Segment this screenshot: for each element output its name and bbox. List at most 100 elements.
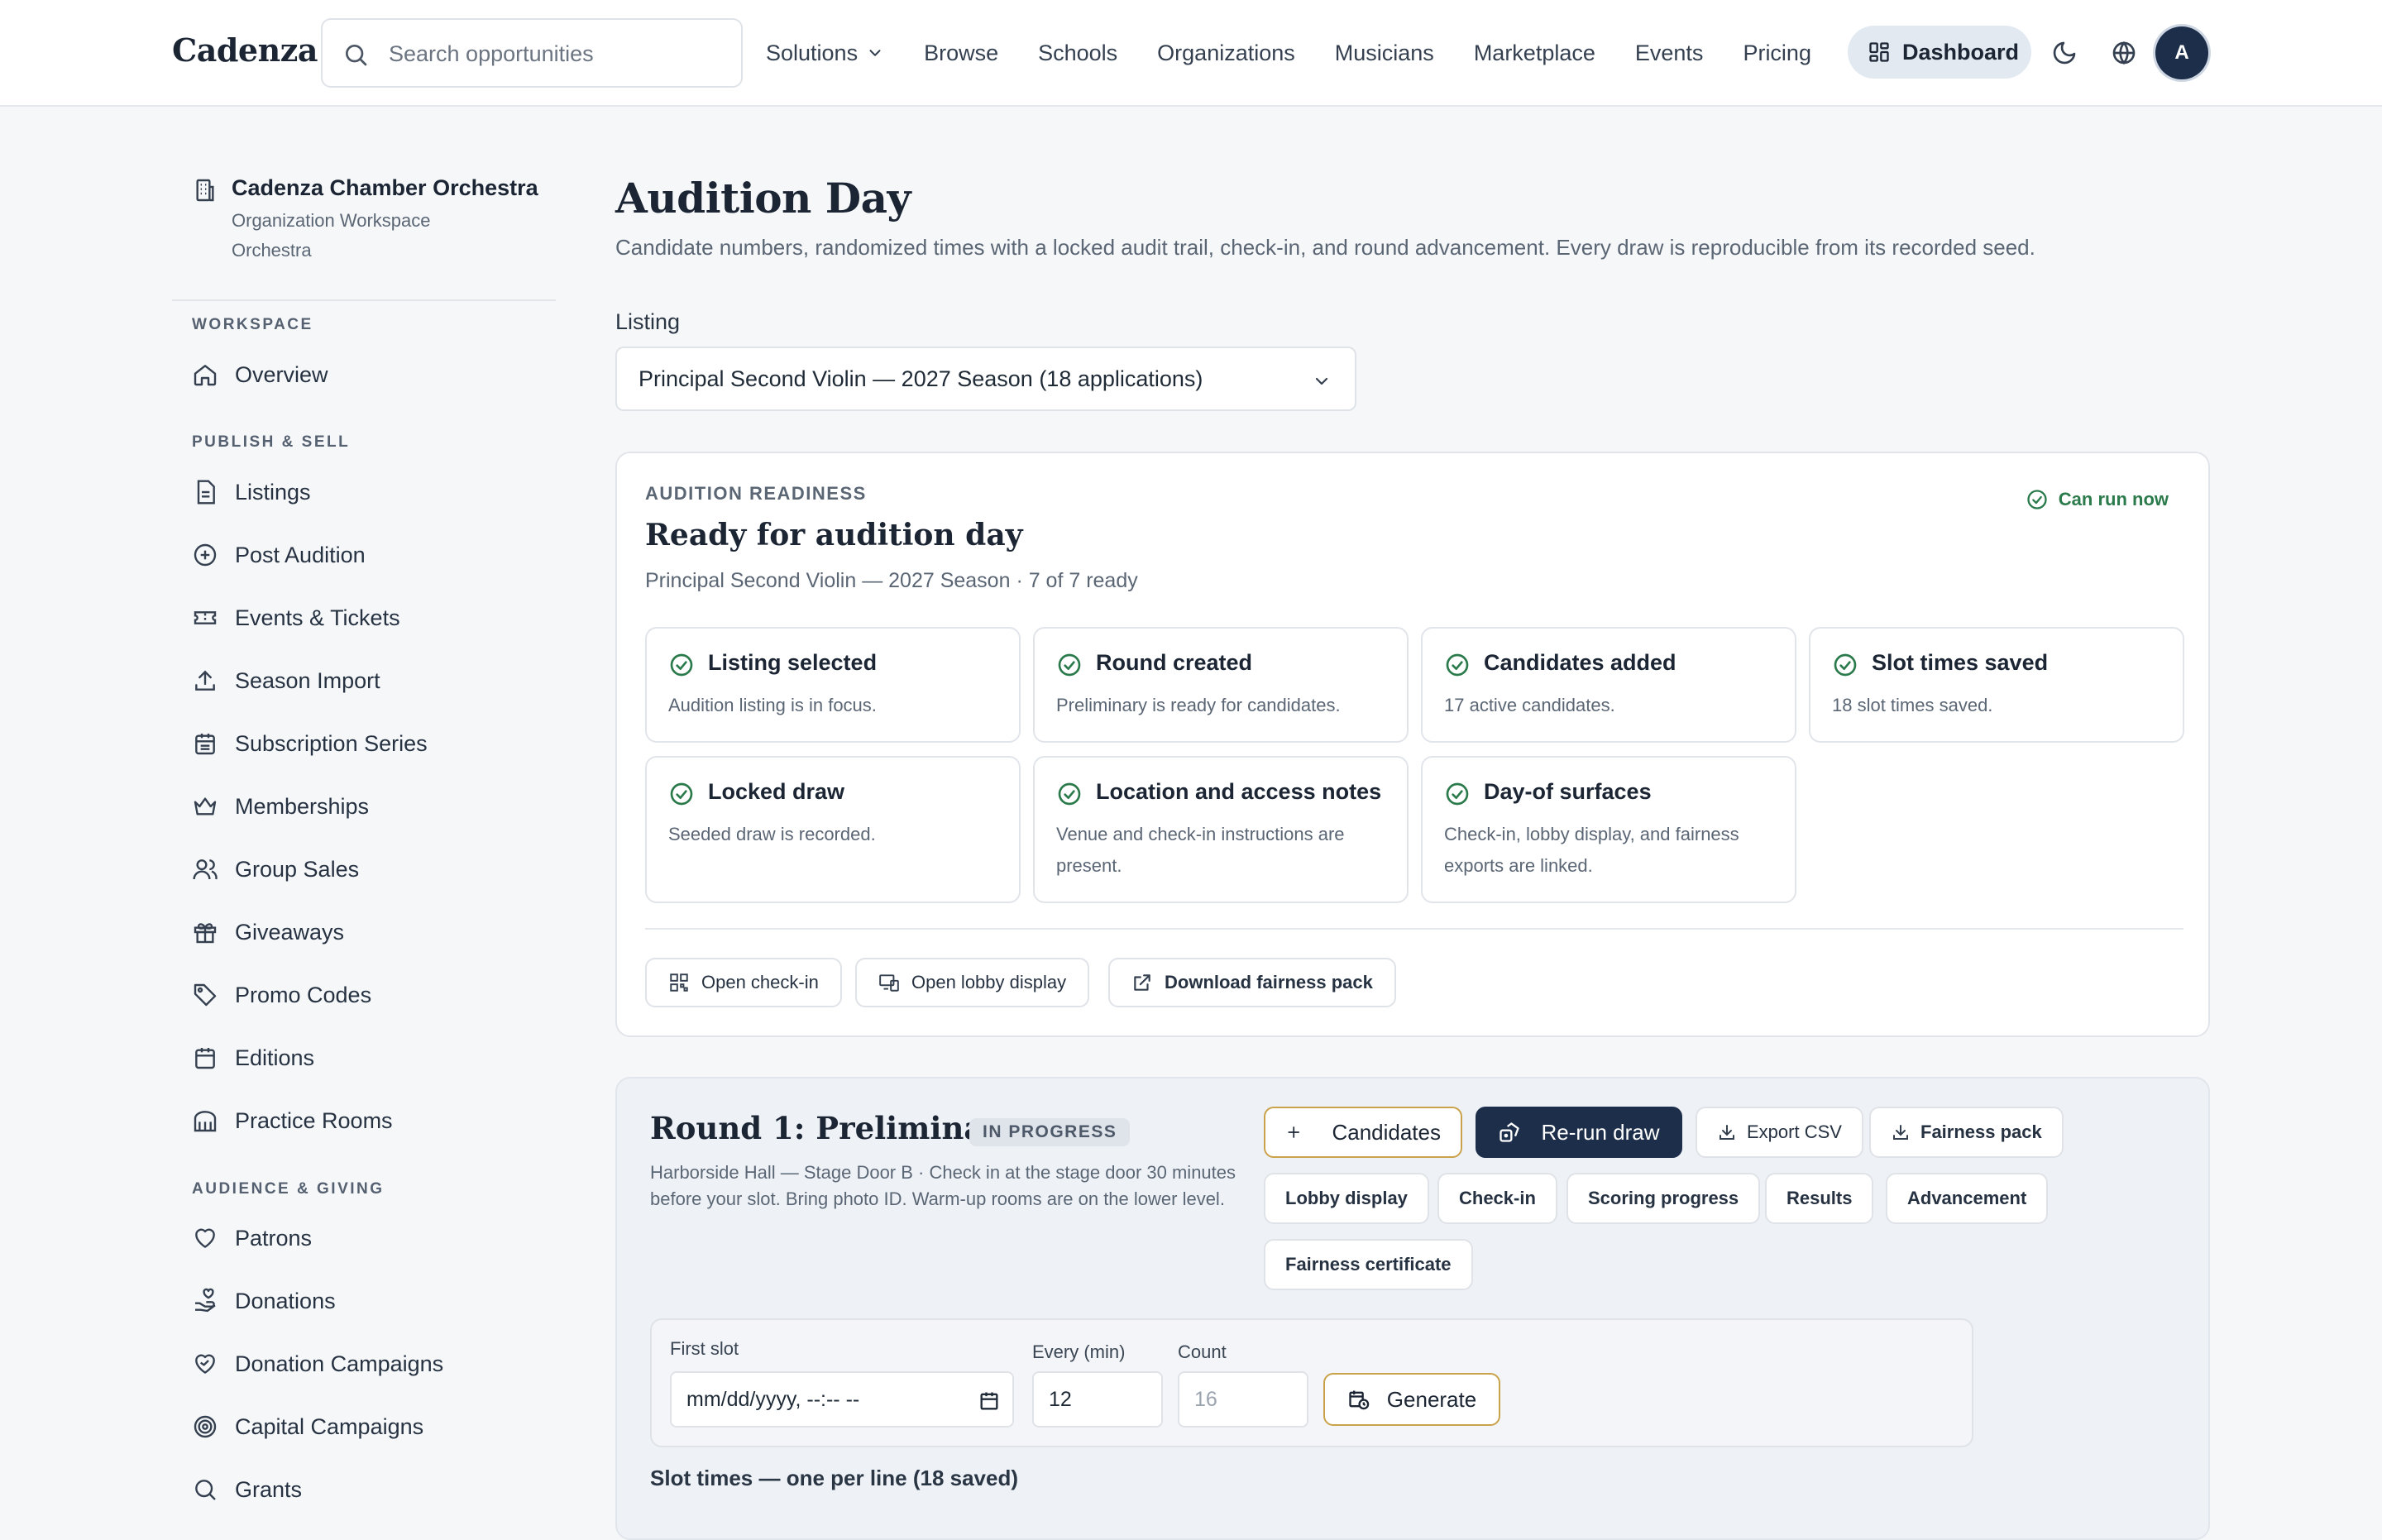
readiness-subtitle: Principal Second Violin — 2027 Season · … <box>645 569 1138 592</box>
calendar-clock-icon <box>1349 1390 1370 1410</box>
sidebar-divider <box>172 299 556 301</box>
chevron-down-icon <box>1315 377 1328 385</box>
sidebar-item-listings[interactable]: Listings <box>192 476 311 509</box>
top-navigation: Cadenza Solutions Browse Schools Organiz… <box>0 0 2382 107</box>
sidebar-item-events-tickets[interactable]: Events & Tickets <box>192 601 400 634</box>
nav-browse[interactable]: Browse <box>924 41 998 66</box>
sidebar-item-season-import[interactable]: Season Import <box>192 664 380 697</box>
globe-icon <box>2112 41 2136 65</box>
first-slot-input[interactable]: mm/dd/yyyy, --:-- -- <box>670 1371 1014 1428</box>
check-candidates-added: Candidates added 17 active candidates. <box>1421 627 1796 743</box>
nav-marketplace[interactable]: Marketplace <box>1474 41 1595 66</box>
rerun-draw-button[interactable]: Re-run draw <box>1476 1107 1682 1158</box>
scoring-progress-button[interactable]: Scoring progress <box>1566 1173 1761 1224</box>
brand-logo[interactable]: Cadenza <box>172 31 318 69</box>
add-candidates-button[interactable]: Candidates <box>1264 1107 1462 1158</box>
nav-solutions[interactable]: Solutions <box>766 41 884 66</box>
count-input[interactable]: 16 <box>1178 1371 1308 1428</box>
nav-organizations[interactable]: Organizations <box>1157 41 1295 66</box>
language-button[interactable] <box>2107 36 2140 69</box>
open-lobby-display-button[interactable]: Open lobby display <box>855 958 1090 1007</box>
sidebar-item-subscription-series[interactable]: Subscription Series <box>192 727 428 760</box>
sidebar-item-practice-rooms[interactable]: Practice Rooms <box>192 1104 393 1137</box>
check-round-created: Round created Preliminary is ready for c… <box>1033 627 1409 743</box>
tag-icon <box>194 983 217 1007</box>
listing-select[interactable]: Principal Second Violin — 2027 Season (1… <box>615 347 1356 411</box>
plus-circle-icon <box>194 543 217 567</box>
nav-events[interactable]: Events <box>1635 41 1704 66</box>
readiness-kicker: AUDITION READINESS <box>645 483 867 504</box>
search-input[interactable] <box>389 35 720 73</box>
sidebar-heading-publish-sell: PUBLISH & SELL <box>192 433 351 451</box>
user-avatar[interactable]: A <box>2155 26 2208 79</box>
advancement-button[interactable]: Advancement <box>1886 1173 2049 1224</box>
download-icon <box>1720 1125 1734 1140</box>
every-min-input[interactable]: 12 <box>1032 1371 1163 1428</box>
results-button[interactable]: Results <box>1765 1173 1874 1224</box>
crown-icon <box>194 797 217 815</box>
search-icon <box>346 45 367 66</box>
sidebar-item-donation-campaigns[interactable]: Donation Campaigns <box>192 1347 443 1380</box>
hand-heart-icon <box>195 1288 216 1313</box>
calendar-icon <box>195 1048 215 1069</box>
sidebar-item-editions[interactable]: Editions <box>192 1041 314 1074</box>
organization-name[interactable]: Cadenza Chamber Orchestra <box>232 175 538 201</box>
listing-label: Listing <box>615 309 681 334</box>
calendar-icon <box>195 734 215 755</box>
sidebar-item-giveaways[interactable]: Giveaways <box>192 916 344 949</box>
calendar-icon <box>980 1392 998 1410</box>
open-check-in-button[interactable]: Open check-in <box>645 958 842 1007</box>
check-location-access-notes: Location and access notes Venue and chec… <box>1033 756 1409 903</box>
check-listing-selected: Listing selected Audition listing is in … <box>645 627 1021 743</box>
export-csv-button[interactable]: Export CSV <box>1696 1107 1863 1158</box>
check-circle-icon <box>670 782 693 806</box>
plus-icon <box>1288 1126 1300 1138</box>
sidebar-heading-audience-giving: AUDIENCE & GIVING <box>192 1180 385 1198</box>
building-icon <box>196 179 214 202</box>
check-day-of-surfaces: Day-of surfaces Check-in, lobby display,… <box>1421 756 1796 903</box>
readiness-divider <box>645 928 2184 930</box>
theme-toggle-button[interactable] <box>2048 36 2081 69</box>
dashboard-button[interactable]: Dashboard <box>1848 26 2031 79</box>
round-card: Round 1: Preliminary IN PROGRESS Harbors… <box>615 1077 2210 1540</box>
fairness-certificate-button[interactable]: Fairness certificate <box>1264 1239 1473 1290</box>
lobby-display-button[interactable]: Lobby display <box>1264 1173 1429 1224</box>
external-link-icon <box>1134 974 1150 991</box>
hall-icon <box>194 1111 217 1132</box>
chevron-down-icon <box>869 50 881 56</box>
sidebar-item-donations[interactable]: Donations <box>192 1284 336 1318</box>
slot-times-label: Slot times — one per line (18 saved) <box>650 1466 1019 1490</box>
audition-readiness-card: AUDITION READINESS Ready for audition da… <box>615 452 2210 1037</box>
gift-icon <box>194 923 217 944</box>
sidebar-item-grants[interactable]: Grants <box>192 1473 302 1506</box>
download-fairness-pack-button[interactable]: Download fairness pack <box>1108 958 1396 1007</box>
sidebar-item-memberships[interactable]: Memberships <box>192 790 369 823</box>
sidebar-item-promo-codes[interactable]: Promo Codes <box>192 978 371 1012</box>
check-circle-icon <box>1446 653 1469 677</box>
sidebar-item-patrons[interactable]: Patrons <box>192 1222 312 1255</box>
search-box[interactable] <box>321 18 743 88</box>
check-circle-icon <box>1834 653 1857 677</box>
fairness-pack-button[interactable]: Fairness pack <box>1869 1107 2064 1158</box>
nav-pricing[interactable]: Pricing <box>1743 41 1811 66</box>
nav-musicians[interactable]: Musicians <box>1335 41 1434 66</box>
organization-workspace: Organization Workspace <box>232 210 431 231</box>
sidebar-item-post-audition[interactable]: Post Audition <box>192 538 366 572</box>
target-icon <box>194 1415 217 1438</box>
monitor-icon <box>879 974 899 992</box>
upload-icon <box>195 670 215 691</box>
ticket-icon <box>194 611 217 624</box>
users-icon <box>193 859 218 880</box>
check-circle-icon <box>1058 782 1081 806</box>
sidebar-item-overview[interactable]: Overview <box>192 358 328 391</box>
sidebar-item-group-sales[interactable]: Group Sales <box>192 853 359 886</box>
check-circle-icon <box>2027 490 2047 509</box>
heart-icon <box>195 1228 215 1248</box>
page-title: Audition Day <box>615 174 911 222</box>
generate-button[interactable]: Generate <box>1323 1373 1500 1426</box>
check-circle-icon <box>1446 782 1469 806</box>
sidebar-item-capital-campaigns[interactable]: Capital Campaigns <box>192 1410 423 1443</box>
check-in-button[interactable]: Check-in <box>1437 1173 1557 1224</box>
search-icon <box>195 1480 216 1500</box>
nav-schools[interactable]: Schools <box>1038 41 1117 66</box>
